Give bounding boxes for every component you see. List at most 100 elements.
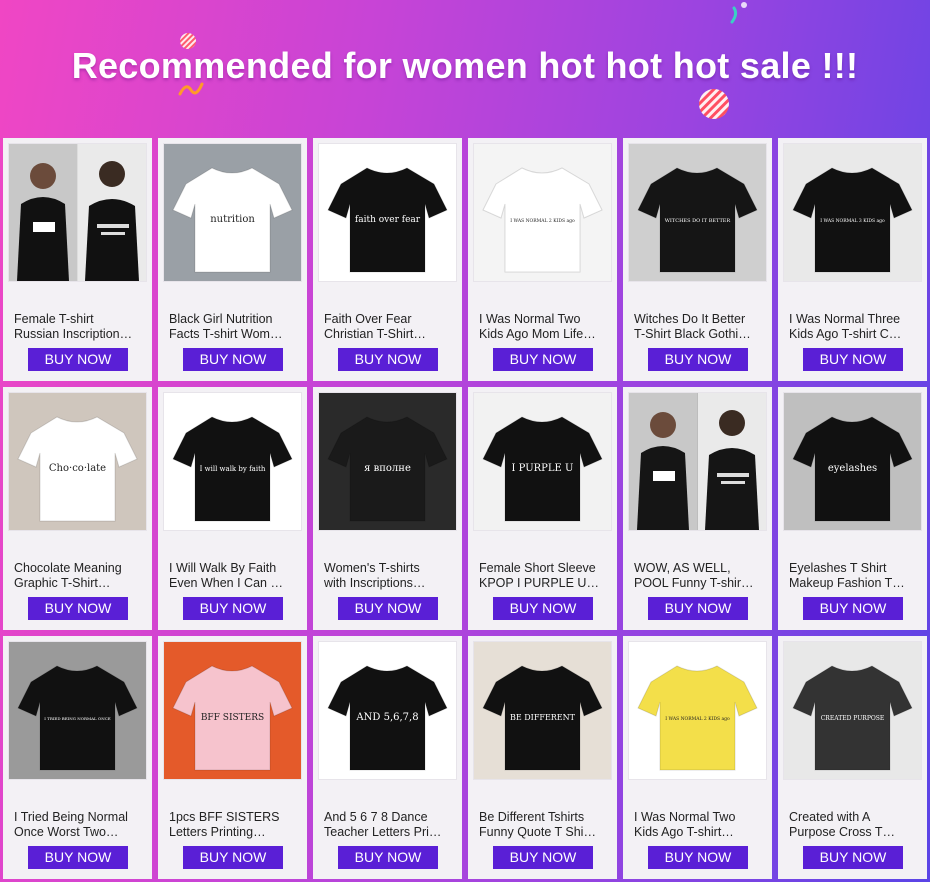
product-title-line[interactable]: I Will Walk By Faith (169, 561, 297, 576)
buy-now-button[interactable]: BUY NOW (183, 348, 283, 371)
product-title[interactable]: I Was Normal Two Kids Ago Mom Life… (479, 312, 607, 342)
product-card[interactable]: I will walk by faith I Will Walk By Faith… (158, 387, 307, 630)
product-title-line[interactable]: Purpose Cross T… (789, 825, 917, 840)
buy-now-button[interactable]: BUY NOW (493, 348, 593, 371)
product-image[interactable]: eyelashes (783, 392, 922, 531)
product-title[interactable]: I Tried Being Normal Once Worst Two… (14, 810, 142, 840)
product-title-line[interactable]: Be Different Tshirts (479, 810, 607, 825)
product-image[interactable]: я вполне (318, 392, 457, 531)
product-card[interactable]: WOW, AS WELL, POOL Funny T-shir… BUY NOW (623, 387, 772, 630)
product-image[interactable]: I PURPLE U (473, 392, 612, 531)
buy-now-button[interactable]: BUY NOW (28, 348, 128, 371)
product-image[interactable]: I will walk by faith (163, 392, 302, 531)
product-card[interactable]: I PURPLE U Female Short Sleeve KPOP I PURP… (468, 387, 617, 630)
product-title[interactable]: I Will Walk By Faith Even When I Can … (169, 561, 297, 591)
product-title[interactable]: Female Short Sleeve KPOP I PURPLE U… (479, 561, 607, 591)
product-card[interactable]: я вполне Women's T-shirts with Inscription… (313, 387, 462, 630)
product-card[interactable]: faith over fear Faith Over Fear Christian … (313, 138, 462, 381)
product-title-line[interactable]: Letters Printing… (169, 825, 297, 840)
product-title-line[interactable]: Christian T-Shirt… (324, 327, 452, 342)
product-card[interactable]: WITCHES DO IT BETTER Witches Do It Better… (623, 138, 772, 381)
product-title-line[interactable]: Female Short Sleeve (479, 561, 607, 576)
product-title-line[interactable]: Kids Ago T-shirt C… (789, 327, 917, 342)
product-title-line[interactable]: 1pcs BFF SISTERS (169, 810, 297, 825)
buy-now-button[interactable]: BUY NOW (183, 846, 283, 869)
product-image[interactable]: AND 5,6,7,8 (318, 641, 457, 780)
product-image[interactable] (628, 392, 767, 531)
product-title[interactable]: Black Girl Nutrition Facts T-shirt Wom… (169, 312, 297, 342)
product-card[interactable]: nutrition Black Girl Nutrition Facts T-shi… (158, 138, 307, 381)
product-title-line[interactable]: Kids Ago T-shirt… (634, 825, 762, 840)
product-title-line[interactable]: Russian Inscription… (14, 327, 142, 342)
buy-now-button[interactable]: BUY NOW (803, 846, 903, 869)
product-title[interactable]: WOW, AS WELL, POOL Funny T-shir… (634, 561, 762, 591)
product-card[interactable]: CREATED PURPOSE Created with A Purpose Cro… (778, 636, 927, 879)
product-title-line[interactable]: WOW, AS WELL, (634, 561, 762, 576)
buy-now-button[interactable]: BUY NOW (28, 597, 128, 620)
product-image[interactable]: faith over fear (318, 143, 457, 282)
product-title-line[interactable]: Facts T-shirt Wom… (169, 327, 297, 342)
product-title-line[interactable]: POOL Funny T-shir… (634, 576, 762, 591)
product-image[interactable]: BE DIFFERENT (473, 641, 612, 780)
product-title-line[interactable]: I Tried Being Normal (14, 810, 142, 825)
product-image[interactable]: Cho·co·late (8, 392, 147, 531)
buy-now-button[interactable]: BUY NOW (803, 597, 903, 620)
product-title-line[interactable]: with Inscriptions… (324, 576, 452, 591)
product-title-line[interactable]: KPOP I PURPLE U… (479, 576, 607, 591)
product-image[interactable] (8, 143, 147, 282)
product-title-line[interactable]: Eyelashes T Shirt (789, 561, 917, 576)
product-title[interactable]: Female T-shirt Russian Inscription… (14, 312, 142, 342)
buy-now-button[interactable]: BUY NOW (338, 597, 438, 620)
product-card[interactable]: BFF SISTERS 1pcs BFF SISTERS Letters Print… (158, 636, 307, 879)
product-title-line[interactable]: I Was Normal Two (479, 312, 607, 327)
product-title[interactable]: Chocolate Meaning Graphic T-Shirt… (14, 561, 142, 591)
buy-now-button[interactable]: BUY NOW (803, 348, 903, 371)
product-title-line[interactable]: Chocolate Meaning (14, 561, 142, 576)
buy-now-button[interactable]: BUY NOW (493, 597, 593, 620)
product-title[interactable]: Women's T-shirts with Inscriptions… (324, 561, 452, 591)
product-title[interactable]: I Was Normal Three Kids Ago T-shirt C… (789, 312, 917, 342)
product-title[interactable]: Faith Over Fear Christian T-Shirt… (324, 312, 452, 342)
product-card[interactable]: Female T-shirt Russian Inscription… BUY NO… (3, 138, 152, 381)
product-title[interactable]: Be Different Tshirts Funny Quote T Shi… (479, 810, 607, 840)
product-title-line[interactable]: Witches Do It Better (634, 312, 762, 327)
product-image[interactable]: I TRIED BEING NORMAL ONCE (8, 641, 147, 780)
product-title-line[interactable]: Kids Ago Mom Life… (479, 327, 607, 342)
product-title-line[interactable]: Teacher Letters Pri… (324, 825, 452, 840)
product-title[interactable]: Witches Do It Better T-Shirt Black Gothi… (634, 312, 762, 342)
product-title[interactable]: Eyelashes T Shirt Makeup Fashion T… (789, 561, 917, 591)
product-title-line[interactable]: Faith Over Fear (324, 312, 452, 327)
product-title-line[interactable]: Once Worst Two… (14, 825, 142, 840)
product-title-line[interactable]: Makeup Fashion T… (789, 576, 917, 591)
product-image[interactable]: I WAS NORMAL 3 KIDS ago (783, 143, 922, 282)
buy-now-button[interactable]: BUY NOW (338, 846, 438, 869)
buy-now-button[interactable]: BUY NOW (338, 348, 438, 371)
product-image[interactable]: CREATED PURPOSE (783, 641, 922, 780)
buy-now-button[interactable]: BUY NOW (183, 597, 283, 620)
product-title-line[interactable]: Funny Quote T Shi… (479, 825, 607, 840)
product-card[interactable]: I TRIED BEING NORMAL ONCE I Tried Being N… (3, 636, 152, 879)
product-title-line[interactable]: Graphic T-Shirt… (14, 576, 142, 591)
product-card[interactable]: AND 5,6,7,8 And 5 6 7 8 Dance Teacher Lett… (313, 636, 462, 879)
product-title-line[interactable]: Female T-shirt (14, 312, 142, 327)
product-card[interactable]: Cho·co·late Chocolate Meaning Graphic T-Sh… (3, 387, 152, 630)
buy-now-button[interactable]: BUY NOW (493, 846, 593, 869)
product-title-line[interactable]: I Was Normal Two (634, 810, 762, 825)
buy-now-button[interactable]: BUY NOW (648, 846, 748, 869)
product-card[interactable]: I WAS NORMAL 2 KIDS ago I Was Normal Two K… (468, 138, 617, 381)
product-image[interactable]: WITCHES DO IT BETTER (628, 143, 767, 282)
product-card[interactable]: I WAS NORMAL 2 KIDS ago I Was Normal Two K… (623, 636, 772, 879)
product-title-line[interactable]: Black Girl Nutrition (169, 312, 297, 327)
product-title-line[interactable]: Even When I Can … (169, 576, 297, 591)
product-title[interactable]: Created with A Purpose Cross T… (789, 810, 917, 840)
product-title[interactable]: 1pcs BFF SISTERS Letters Printing… (169, 810, 297, 840)
product-title-line[interactable]: T-Shirt Black Gothi… (634, 327, 762, 342)
buy-now-button[interactable]: BUY NOW (648, 597, 748, 620)
product-image[interactable]: I WAS NORMAL 2 KIDS ago (628, 641, 767, 780)
product-card[interactable]: eyelashes Eyelashes T Shirt Makeup Fashion… (778, 387, 927, 630)
product-title-line[interactable]: I Was Normal Three (789, 312, 917, 327)
product-title[interactable]: And 5 6 7 8 Dance Teacher Letters Pri… (324, 810, 452, 840)
product-title-line[interactable]: Women's T-shirts (324, 561, 452, 576)
product-card[interactable]: I WAS NORMAL 3 KIDS ago I Was Normal Thre… (778, 138, 927, 381)
product-card[interactable]: BE DIFFERENT Be Different Tshirts Funny Qu… (468, 636, 617, 879)
